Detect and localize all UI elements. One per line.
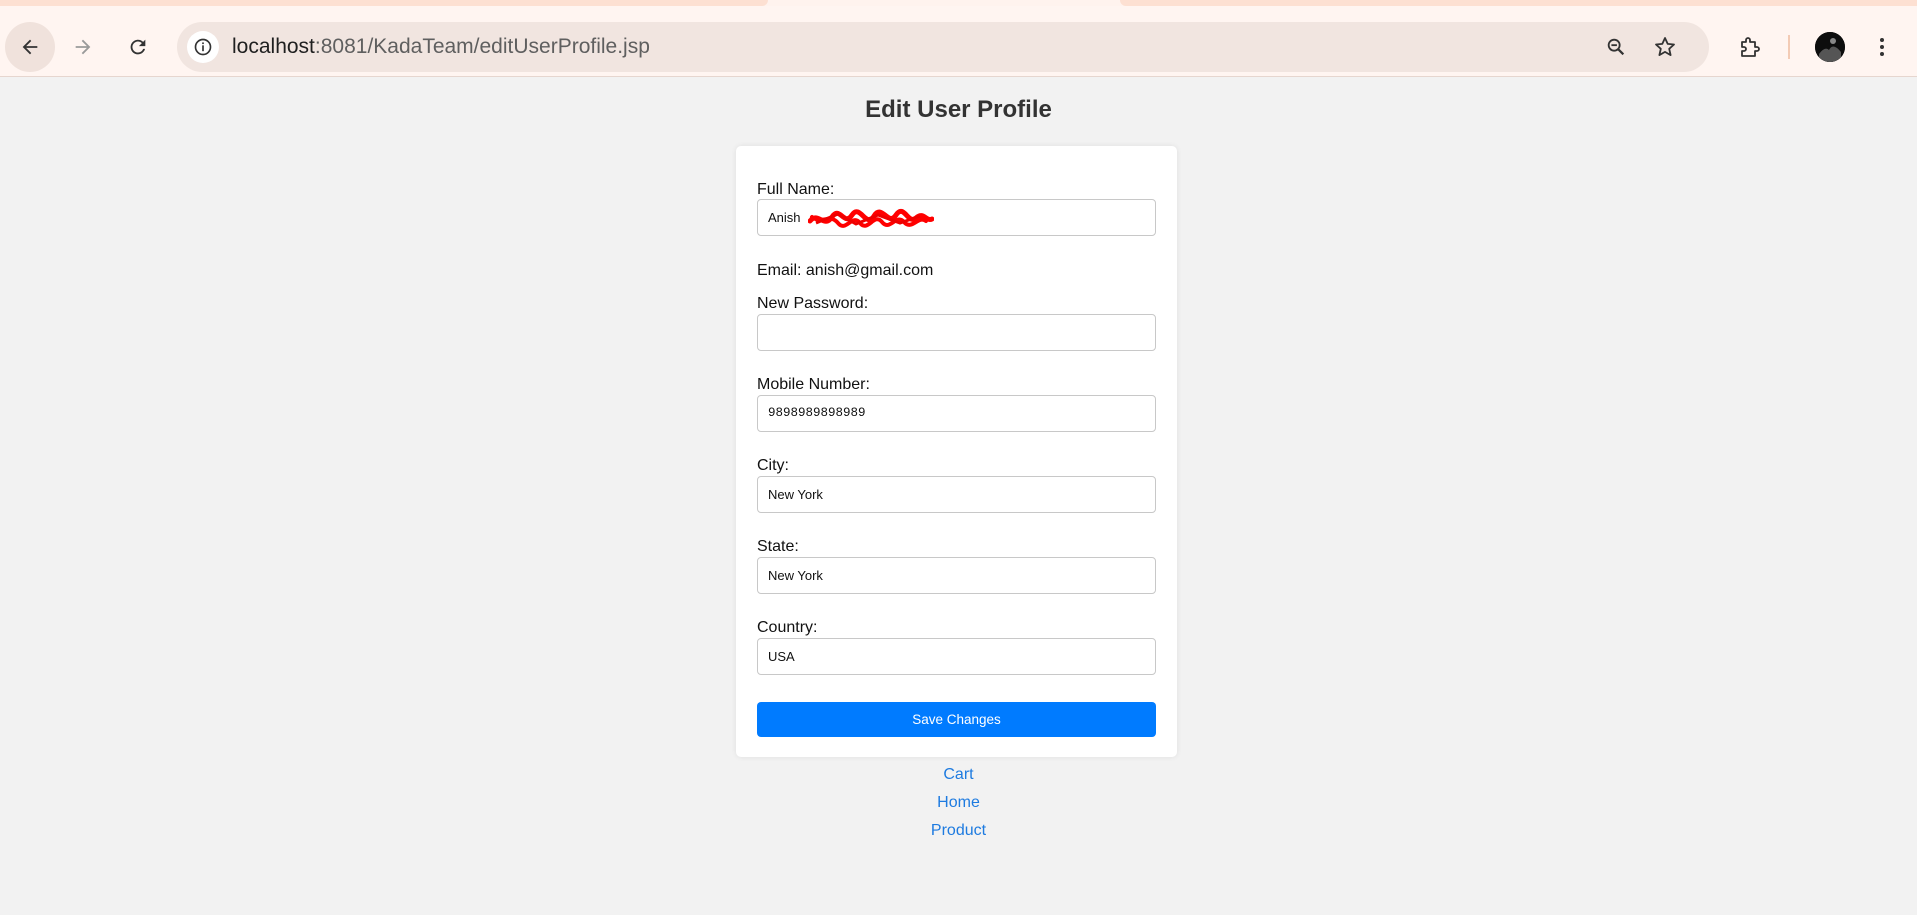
new-password-label: New Password:	[757, 295, 869, 312]
new-password-input[interactable]	[757, 314, 1156, 351]
mobile-number-label: Mobile Number:	[757, 376, 870, 393]
full-name-input[interactable]: Anish	[757, 199, 1156, 236]
arrow-right-icon	[75, 39, 91, 55]
profile-avatar[interactable]	[1815, 32, 1845, 62]
full-name-label: Full Name:	[757, 181, 835, 198]
address-bar[interactable]: localhost:8081/KadaTeam/editUserProfile.…	[177, 22, 1709, 72]
url-path: :8081/KadaTeam/editUserProfile.jsp	[314, 35, 650, 58]
state-label: State:	[757, 538, 799, 555]
back-button[interactable]	[5, 22, 55, 72]
reload-button[interactable]	[113, 22, 163, 72]
browser-toolbar: localhost:8081/KadaTeam/editUserProfile.…	[0, 6, 1917, 77]
arrow-left-icon	[22, 39, 38, 55]
url-text[interactable]: localhost:8081/KadaTeam/editUserProfile.…	[232, 35, 650, 59]
reload-icon	[130, 39, 146, 55]
page-title: Edit User Profile	[865, 96, 1052, 123]
redaction-scribble	[808, 208, 935, 228]
toolbar-divider	[1788, 35, 1790, 59]
email-value: anish@gmail.com	[805, 262, 934, 279]
forward-button[interactable]	[58, 22, 108, 72]
footer-links: Cart Home Product	[0, 764, 1917, 848]
mobile-number-input[interactable]: 9898989898989	[757, 395, 1156, 432]
more-menu-icon[interactable]	[1870, 35, 1894, 59]
email-label: Email:	[757, 262, 802, 279]
city-label: City:	[757, 457, 789, 474]
site-info-icon[interactable]	[187, 31, 219, 63]
url-host: localhost	[232, 35, 315, 58]
save-changes-button[interactable]: Save Changes	[757, 702, 1156, 737]
extensions-puzzle-icon[interactable]	[1738, 35, 1762, 59]
city-input[interactable]: New York	[757, 476, 1156, 513]
state-input[interactable]: New York	[757, 557, 1156, 594]
product-link[interactable]: Product	[0, 820, 1917, 848]
zoom-icon[interactable]	[1604, 35, 1628, 59]
bookmark-star-icon[interactable]	[1653, 35, 1677, 59]
cart-link[interactable]: Cart	[0, 764, 1917, 792]
full-name-value: Anish	[768, 210, 801, 225]
edit-profile-form: Full Name: Anish Email: anish@gmail.com …	[736, 146, 1177, 757]
email-display: Email: anish@gmail.com	[757, 262, 933, 280]
home-link[interactable]: Home	[0, 792, 1917, 820]
country-label: Country:	[757, 619, 818, 636]
country-input[interactable]: USA	[757, 638, 1156, 675]
